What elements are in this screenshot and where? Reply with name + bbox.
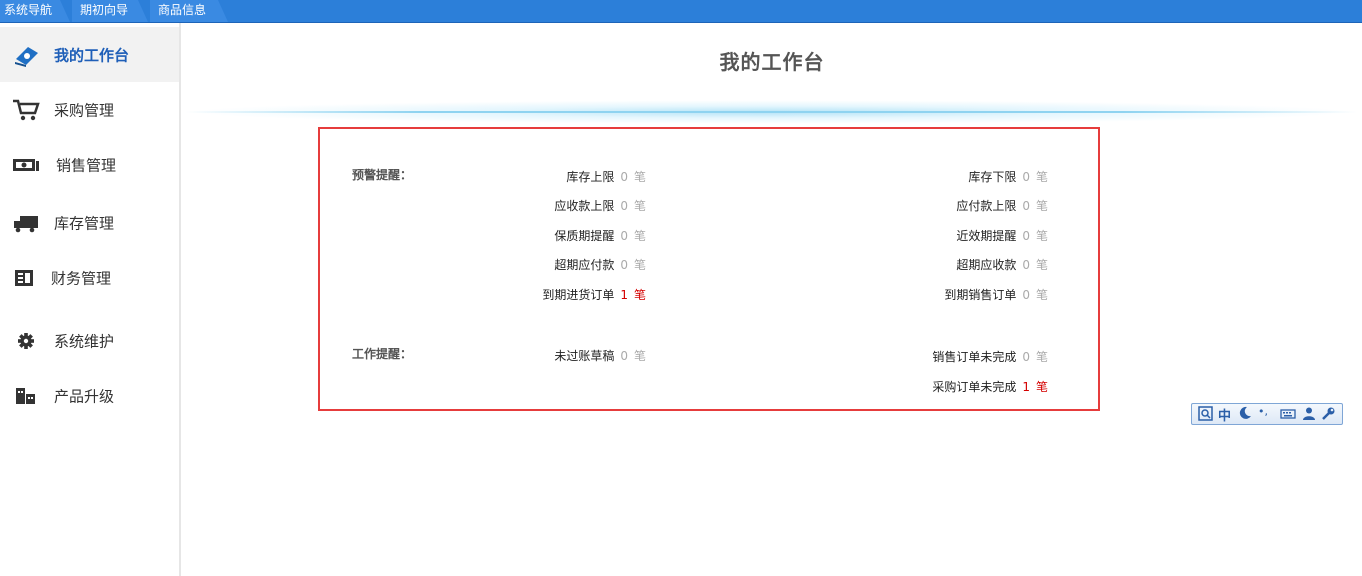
work-row-purchase-order-incomplete[interactable]: 采购订单未完成 1 笔 <box>932 378 1048 395</box>
warning-row-stock-upper[interactable]: 库存上限 0 笔 <box>566 168 646 185</box>
top-tab-bar: 系统导航 期初向导 商品信息 <box>0 0 1362 23</box>
reminder-name: 销售订单未完成 <box>932 350 1017 364</box>
warning-row-stock-lower[interactable]: 库存下限 0 笔 <box>968 168 1048 185</box>
warning-row-shelf-life[interactable]: 保质期提醒 0 笔 <box>554 227 646 244</box>
wrench-icon[interactable] <box>1321 406 1336 425</box>
reminder-count: 0 <box>1022 229 1030 243</box>
reminder-name: 到期销售订单 <box>944 288 1017 302</box>
ime-toolbar[interactable]: 中 •, <box>1191 403 1343 425</box>
reminder-name: 到期进货订单 <box>542 288 615 302</box>
sidebar-item-label: 采购管理 <box>54 101 115 119</box>
reminder-name: 库存下限 <box>968 170 1017 184</box>
ledger-icon <box>12 266 40 290</box>
sidebar-item-upgrade[interactable]: 产品升级 <box>0 368 179 423</box>
truck-icon <box>12 211 40 235</box>
sidebar-item-label: 财务管理 <box>51 269 112 287</box>
reminder-count: 0 <box>1022 288 1030 302</box>
reminder-unit: 笔 <box>1035 229 1048 243</box>
reminder-name: 采购订单未完成 <box>932 380 1017 394</box>
warning-row-due-purchase-order[interactable]: 到期进货订单 1 笔 <box>542 286 646 303</box>
sidebar-item-label: 销售管理 <box>56 156 117 174</box>
sidebar-item-finance[interactable]: 财务管理 <box>0 250 179 305</box>
reminder-unit: 笔 <box>633 170 646 184</box>
reminder-unit: 笔 <box>633 199 646 213</box>
sidebar-item-label: 我的工作台 <box>54 46 130 64</box>
reminder-unit: 笔 <box>1035 380 1048 394</box>
reminder-name: 应收款上限 <box>554 199 615 213</box>
warning-row-overdue-payable[interactable]: 超期应付款 0 笔 <box>554 256 646 273</box>
reminder-name: 超期应收款 <box>956 258 1017 272</box>
reminder-name: 保质期提醒 <box>554 229 615 243</box>
reminder-name: 应付款上限 <box>956 199 1017 213</box>
reminder-unit: 笔 <box>633 258 646 272</box>
warning-row-near-expiry[interactable]: 近效期提醒 0 笔 <box>956 227 1048 244</box>
warning-row-receivable-upper[interactable]: 应收款上限 0 笔 <box>554 197 646 214</box>
work-row-unposted-drafts[interactable]: 未过账草稿 0 笔 <box>554 347 646 364</box>
sidebar-item-label: 系统维护 <box>54 332 115 350</box>
reminder-name: 未过账草稿 <box>554 349 615 363</box>
work-section-label: 工作提醒： <box>352 347 413 361</box>
reminder-unit: 笔 <box>633 229 646 243</box>
page-title: 我的工作台 <box>719 50 825 74</box>
reminder-count: 0 <box>620 170 628 184</box>
reminder-unit: 笔 <box>1035 170 1048 184</box>
reminder-name: 库存上限 <box>566 170 615 184</box>
reminder-count: 0 <box>620 258 628 272</box>
workbench-icon <box>12 43 40 67</box>
moon-icon[interactable] <box>1238 406 1252 425</box>
title-divider <box>185 111 1357 113</box>
reminder-name: 近效期提醒 <box>956 229 1017 243</box>
reminder-unit: 笔 <box>633 349 646 363</box>
keyboard-icon[interactable] <box>1280 406 1296 425</box>
cart-icon <box>12 98 40 122</box>
reminder-name: 超期应付款 <box>554 258 615 272</box>
reminder-count: 0 <box>1022 199 1030 213</box>
reminder-count: 0 <box>1022 258 1030 272</box>
sidebar-item-system[interactable]: 系统维护 <box>0 313 179 368</box>
warning-section-label: 预警提醒： <box>352 168 413 182</box>
reminder-unit: 笔 <box>1035 350 1048 364</box>
reminder-unit: 笔 <box>633 288 646 302</box>
reminder-count: 0 <box>620 229 628 243</box>
user-icon[interactable] <box>1302 406 1316 425</box>
reminder-unit: 笔 <box>1035 199 1048 213</box>
tab-system-navigation[interactable]: 系统导航 <box>0 0 70 22</box>
building-icon <box>12 384 40 408</box>
sidebar-item-label: 库存管理 <box>54 214 115 232</box>
ime-logo-icon[interactable] <box>1198 406 1213 425</box>
reminder-count: 0 <box>1022 170 1030 184</box>
work-row-sales-order-incomplete[interactable]: 销售订单未完成 0 笔 <box>932 348 1048 365</box>
reminder-count: 0 <box>620 349 628 363</box>
reminder-count: 0 <box>620 199 628 213</box>
tab-label: 商品信息 <box>158 3 207 17</box>
warning-row-payable-upper[interactable]: 应付款上限 0 笔 <box>956 197 1048 214</box>
ime-chinese-mode[interactable]: 中 <box>1218 405 1231 424</box>
tab-label: 系统导航 <box>4 3 53 17</box>
reminder-count: 1 <box>620 288 628 302</box>
reminder-count: 1 <box>1022 380 1030 394</box>
reminder-unit: 笔 <box>1035 258 1048 272</box>
reminder-unit: 笔 <box>1035 288 1048 302</box>
sidebar-item-purchase[interactable]: 采购管理 <box>0 82 179 137</box>
warning-row-overdue-receivable[interactable]: 超期应收款 0 笔 <box>956 256 1048 273</box>
warning-row-due-sales-order[interactable]: 到期销售订单 0 笔 <box>944 286 1048 303</box>
sidebar-item-label: 产品升级 <box>54 387 115 405</box>
tab-product-info[interactable]: 商品信息 <box>150 0 228 22</box>
tab-opening-wizard[interactable]: 期初向导 <box>72 0 148 22</box>
reminder-panel: 预警提醒： 库存上限 0 笔 应收款上限 0 笔 保质期提醒 0 笔 超期应付款 0 笔 到期进… <box>318 127 1100 411</box>
sidebar-item-workbench[interactable]: 我的工作台 <box>0 27 179 82</box>
reminder-count: 0 <box>1022 350 1030 364</box>
cash-icon <box>12 153 40 177</box>
gear-icon <box>12 329 40 353</box>
sidebar: 我的工作台 采购管理 销售管理 库存管理 财务管理 系统维护 产品升级 <box>0 23 181 576</box>
ime-punctuation[interactable]: •, <box>1258 405 1268 418</box>
tab-label: 期初向导 <box>80 3 129 17</box>
sidebar-item-sales[interactable]: 销售管理 <box>0 137 179 192</box>
sidebar-item-inventory[interactable]: 库存管理 <box>0 195 179 250</box>
